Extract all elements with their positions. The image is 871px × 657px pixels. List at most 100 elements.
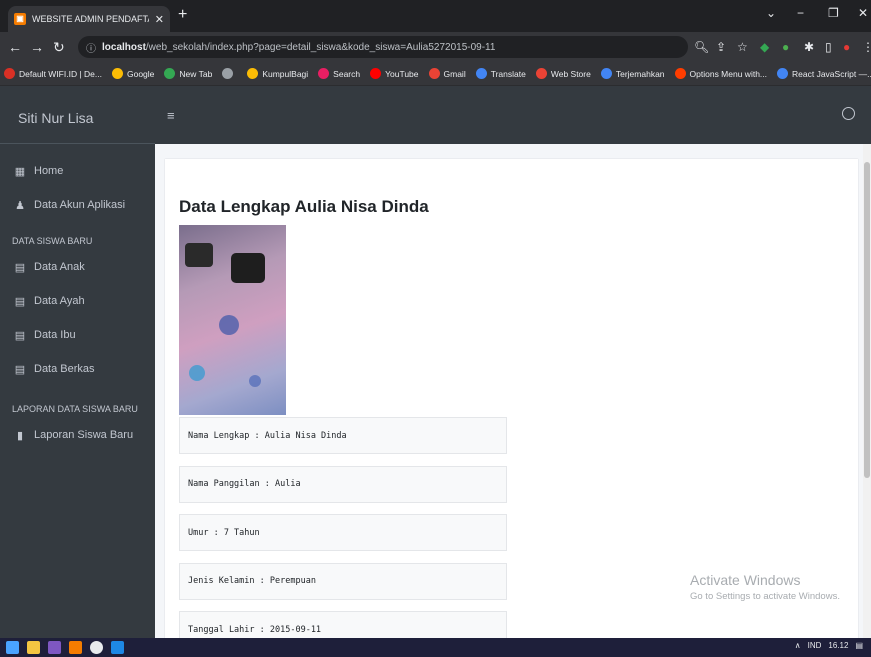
bookmark-favicon-icon [164, 68, 176, 79]
sidebar-item-label: Data Ibu [34, 329, 76, 341]
bookmark-item[interactable]: Terjemahkan [600, 68, 665, 79]
bookmark-label: Gmail [443, 68, 466, 79]
sidebar-item-data-akun-aplikasi[interactable]: ♟ Data Akun Aplikasi [0, 188, 155, 222]
tab-search-icon[interactable]: ⌄ [766, 6, 776, 20]
windows-taskbar: ∧ IND 16.12 ▤ [0, 638, 871, 657]
app-icon[interactable] [48, 641, 61, 654]
bookmark-label: Terjemahkan [615, 68, 665, 79]
sidebar-item-data-anak[interactable]: ▤ Data Anak [0, 250, 155, 284]
sidebar-item-home[interactable]: ▦ Home [0, 154, 155, 188]
bookmark-label: YouTube [385, 68, 419, 79]
top-navbar: ≡ [155, 86, 871, 144]
new-tab-button[interactable]: + [178, 6, 187, 24]
bookmark-label: New Tab [179, 68, 213, 79]
bookmark-item[interactable] [222, 68, 237, 79]
table-icon: ▤ [14, 295, 26, 308]
extensions-puzzle-icon[interactable]: ✱ [804, 40, 814, 54]
tray-chevron-icon[interactable]: ∧ [795, 641, 801, 650]
bookmark-label: Web Store [550, 68, 591, 79]
page-title: Data Lengkap Aulia Nisa Dinda [179, 197, 429, 216]
back-icon[interactable]: ← [8, 39, 22, 55]
language-indicator[interactable]: IND [808, 641, 822, 650]
reload-icon[interactable]: ↻ [53, 39, 65, 56]
vscode-icon[interactable] [111, 641, 124, 654]
bookmark-favicon-icon [535, 68, 547, 79]
restore-icon[interactable]: ❐ [828, 6, 839, 20]
page-scrollbar[interactable] [863, 144, 871, 638]
sidebar-item-label: Data Ayah [34, 295, 85, 307]
system-tray: ∧ IND 16.12 ▤ [795, 641, 863, 650]
bookmark-label: Default WIFI.ID | De... [19, 68, 102, 79]
sidebar-item-data-berkas[interactable]: ▤ Data Berkas [0, 352, 155, 386]
url-host: localhost [102, 41, 146, 53]
watermark-subtitle: Go to Settings to activate Windows. [690, 591, 840, 602]
bookmark-label: React JavaScript —... [792, 68, 871, 79]
bookmark-item[interactable]: Options Menu with... [674, 68, 768, 79]
bookmark-item[interactable]: YouTube [370, 68, 419, 79]
sidebar-item-data-ayah[interactable]: ▤ Data Ayah [0, 284, 155, 318]
xampp-icon[interactable] [69, 641, 82, 654]
bookmark-favicon-icon [475, 68, 487, 79]
table-icon: ▤ [14, 363, 26, 376]
bookmark-item[interactable]: Google [111, 68, 155, 79]
detail-field: Jenis Kelamin : Perempuan [179, 562, 507, 600]
sidebar-menu: ▦ Home ♟ Data Akun Aplikasi DATA SISWA BARU… [0, 144, 155, 452]
extension-icon[interactable]: ● [782, 40, 789, 54]
book-icon: ▮ [16, 429, 24, 442]
sidebar-item-data-ibu[interactable]: ▤ Data Ibu [0, 318, 155, 352]
bookmark-item[interactable]: KumpulBagi [247, 68, 308, 79]
detail-field: Umur : 7 Tahun [179, 514, 507, 551]
bookmark-item[interactable]: React JavaScript —... [777, 68, 871, 79]
bookmark-item[interactable]: Gmail [428, 68, 466, 79]
bookmark-favicon-icon [111, 68, 123, 79]
bookmarks-bar: Default WIFI.ID | De... Google New Tab Kump… [0, 62, 871, 86]
bookmark-favicon-icon [222, 68, 234, 79]
scrollbar-thumb[interactable] [864, 162, 870, 478]
bookmark-item[interactable]: Search [318, 68, 360, 79]
bookmark-label: Translate [490, 68, 526, 79]
sidebar-header-data-siswa: DATA SISWA BARU [12, 236, 93, 246]
detail-field: Nama Lengkap : Aulia Nisa Dinda [179, 417, 507, 454]
tab-title: WEBSITE ADMIN PENDAFTARAN [32, 14, 149, 24]
browser-tab[interactable]: ▣ WEBSITE ADMIN PENDAFTARAN ✕ [8, 6, 170, 32]
table-icon: ▤ [14, 261, 26, 274]
share-icon[interactable]: ⇪ [716, 40, 726, 54]
zoom-icon[interactable]: 🔍︎ [694, 40, 709, 54]
minimize-icon[interactable]: − [797, 6, 804, 20]
activate-windows-watermark: Activate Windows Go to Settings to activ… [690, 572, 840, 602]
sidebar-item-label: Data Akun Aplikasi [34, 199, 126, 211]
bookmark-label: Options Menu with... [689, 68, 768, 79]
user-icon: ♟ [15, 199, 25, 212]
sidebar-header-laporan: LAPORAN DATA SISWA BARU [12, 404, 138, 414]
bookmark-item[interactable]: Default WIFI.ID | De... [4, 68, 102, 79]
bookmark-star-icon[interactable]: ☆ [737, 40, 748, 54]
notification-icon[interactable]: ▤ [855, 641, 863, 650]
sidebar-item-label: Home [34, 165, 64, 177]
close-window-icon[interactable]: ✕ [858, 6, 868, 20]
file-explorer-icon[interactable] [27, 641, 40, 654]
bookmark-label: Google [126, 68, 155, 79]
forward-icon[interactable]: → [30, 39, 44, 55]
bookmark-item[interactable]: New Tab [164, 68, 212, 79]
windows-start-icon[interactable] [6, 641, 19, 654]
url-input[interactable]: ⓘ localhost/web_sekolah/index.php?page=d… [78, 36, 688, 58]
sidebar-item-laporan-siswa-baru[interactable]: ▮ Laporan Siswa Baru [0, 418, 155, 452]
sidebar-item-label: Laporan Siswa Baru [34, 429, 134, 441]
extension-icon[interactable]: ◆ [760, 40, 769, 54]
user-menu-icon[interactable] [842, 107, 855, 120]
side-panel-icon[interactable]: ▯ [825, 40, 832, 54]
clock[interactable]: 16.12 [828, 641, 848, 650]
browser-menu-icon[interactable]: ⋮ [862, 40, 871, 54]
bookmark-favicon-icon [600, 68, 612, 79]
bookmark-item[interactable]: Web Store [535, 68, 591, 79]
chrome-icon[interactable] [90, 641, 103, 654]
bookmark-item[interactable]: Translate [475, 68, 526, 79]
hamburger-menu-icon[interactable]: ≡ [167, 108, 175, 123]
profile-avatar-icon[interactable]: ● [843, 40, 850, 54]
info-icon: ⓘ [86, 43, 96, 55]
tab-close-icon[interactable]: ✕ [155, 13, 164, 26]
sidebar-brand[interactable]: Siti Nur Lisa [0, 86, 155, 144]
bookmark-favicon-icon [428, 68, 440, 79]
bookmark-favicon-icon [4, 68, 15, 79]
browser-tab-bar: ▣ WEBSITE ADMIN PENDAFTARAN ✕ + ⌄ − ❐ ✕ [0, 0, 871, 32]
